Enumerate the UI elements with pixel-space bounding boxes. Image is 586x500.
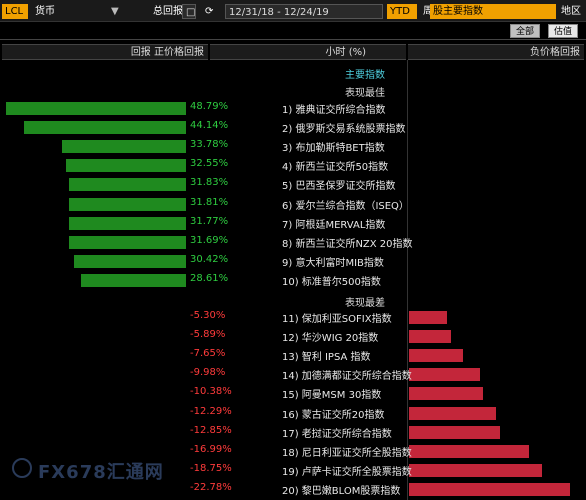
positive-return-bar bbox=[69, 197, 186, 211]
return-value: 30.42% bbox=[190, 253, 229, 265]
return-value: -7.65% bbox=[190, 348, 226, 360]
list-row[interactable]: 31.81% 6) 爱尔兰综合指数（ISEQ） bbox=[0, 195, 586, 214]
positive-return-bar bbox=[24, 121, 186, 135]
list-row[interactable]: 28.61% 10) 标准普尔500指数 bbox=[0, 271, 586, 290]
index-name: 18) 尼日利亚证交所全股指数 bbox=[282, 447, 412, 459]
return-value: -22.78% bbox=[190, 481, 232, 493]
return-value: -5.89% bbox=[190, 329, 226, 341]
list-row[interactable]: 44.14% 2) 俄罗斯交易系统股票指数 bbox=[0, 118, 586, 137]
return-value: -18.75% bbox=[190, 462, 232, 474]
return-value: -12.29% bbox=[190, 405, 232, 417]
list-row[interactable]: -9.98% 14) 加德满都证交所综合指数 bbox=[0, 365, 586, 384]
return-value: 32.55% bbox=[190, 158, 229, 170]
negative-return-bar bbox=[409, 387, 483, 401]
positive-return-bar bbox=[74, 254, 186, 268]
return-value: 33.78% bbox=[190, 139, 229, 151]
list-row[interactable]: -12.85% 17) 老挝证交所综合指数 bbox=[0, 423, 586, 442]
date-range-input[interactable]: 12/31/18 - 12/24/19 bbox=[225, 4, 383, 19]
index-name: 6) 爱尔兰综合指数（ISEQ） bbox=[282, 200, 409, 212]
positive-return-bar bbox=[66, 159, 186, 173]
best-title: 表现最佳 bbox=[345, 88, 385, 99]
negative-return-bar bbox=[409, 463, 542, 477]
list-row[interactable]: 31.83% 5) 巴西圣保罗证交所指数 bbox=[0, 175, 586, 194]
index-name: 4) 新西兰证交所50指数 bbox=[282, 162, 389, 174]
positive-return-bar bbox=[6, 102, 186, 115]
worst-title: 表现最差 bbox=[345, 298, 385, 309]
list-row[interactable]: 33.78% 3) 布加勒斯特BET指数 bbox=[0, 137, 586, 156]
index-name: 1) 雅典证交所综合指数 bbox=[282, 105, 386, 116]
list-row[interactable]: -12.29% 16) 蒙古证交所20指数 bbox=[0, 404, 586, 423]
list-row[interactable]: 30.42% 9) 意大利富时MIB指数 bbox=[0, 252, 586, 271]
main-index-title: 主要指数 bbox=[345, 70, 385, 81]
tab-all[interactable]: 全部 bbox=[510, 24, 541, 38]
positive-return-bar bbox=[69, 178, 186, 192]
refresh-icon[interactable]: ⟳ bbox=[202, 4, 216, 19]
index-name: 9) 意大利富时MIB指数 bbox=[282, 257, 384, 269]
index-name: 12) 华沙WIG 20指数 bbox=[282, 333, 379, 345]
currency-value[interactable]: LCL bbox=[2, 4, 28, 19]
index-select[interactable]: 股主要指数 bbox=[430, 4, 556, 19]
list-row[interactable]: 32.55% 4) 新西兰证交所50指数 bbox=[0, 156, 586, 175]
index-name: 10) 标准普尔500指数 bbox=[282, 276, 381, 288]
index-name: 5) 巴西圣保罗证交所指数 bbox=[282, 181, 396, 193]
negative-return-bar bbox=[409, 330, 451, 344]
index-name: 14) 加德满都证交所综合指数 bbox=[282, 371, 412, 383]
list-row[interactable]: 31.77% 7) 阿根廷MERVAL指数 bbox=[0, 214, 586, 233]
return-value: -12.85% bbox=[190, 424, 232, 436]
index-name: 13) 智利 IPSA 指数 bbox=[282, 352, 371, 364]
negative-return-bar bbox=[409, 406, 496, 420]
index-name: 7) 阿根廷MERVAL指数 bbox=[282, 219, 386, 231]
total-return-label: 总回报 bbox=[153, 6, 183, 17]
list-row[interactable]: -5.30% 11) 保加利亚SOFIX指数 bbox=[0, 308, 586, 327]
negative-return-bar bbox=[409, 311, 447, 324]
return-value: 28.61% bbox=[190, 272, 229, 284]
fx678-logo-icon bbox=[12, 458, 32, 478]
negative-return-bar bbox=[409, 368, 480, 382]
list-row[interactable]: -7.65% 13) 智利 IPSA 指数 bbox=[0, 346, 586, 365]
index-name: 11) 保加利亚SOFIX指数 bbox=[282, 314, 392, 325]
return-value: 31.77% bbox=[190, 215, 229, 227]
toolbar: LCL 货币 ▼ 总回报 □ ⟳ 12/31/18 - 12/24/19 YTD… bbox=[0, 0, 586, 22]
list-row[interactable]: -5.89% 12) 华沙WIG 20指数 bbox=[0, 327, 586, 346]
return-value: 44.14% bbox=[190, 120, 229, 132]
index-name: 15) 阿曼MSM 30指数 bbox=[282, 390, 382, 402]
positive-return-bar bbox=[81, 273, 186, 287]
change-column-header[interactable]: 小时 (%) bbox=[210, 44, 406, 60]
return-value: -9.98% bbox=[190, 367, 226, 379]
watermark: FX678汇通网 bbox=[38, 462, 164, 483]
return-value: 31.83% bbox=[190, 177, 229, 189]
index-name: 19) 卢萨卡证交所全股票指数 bbox=[282, 466, 412, 478]
index-name: 20) 黎巴嫩BLOM股票指数 bbox=[282, 485, 401, 497]
dropdown-arrow-icon[interactable]: ▼ bbox=[108, 4, 122, 19]
index-name: 16) 蒙古证交所20指数 bbox=[282, 409, 385, 421]
return-value: -10.38% bbox=[190, 386, 232, 398]
negative-return-bar bbox=[409, 425, 500, 439]
list-row[interactable]: 48.79% 1) 雅典证交所综合指数 bbox=[0, 99, 586, 118]
index-name: 17) 老挝证交所综合指数 bbox=[282, 428, 392, 440]
name-column-header[interactable]: 负价格回报 bbox=[408, 44, 584, 60]
total-return-checkbox[interactable]: □ bbox=[182, 4, 196, 19]
positive-return-bar bbox=[69, 216, 186, 230]
list-row[interactable]: -10.38% 15) 阿曼MSM 30指数 bbox=[0, 384, 586, 403]
tab-valuation[interactable]: 估值 bbox=[548, 24, 579, 38]
tab-row: 估值 全部 bbox=[0, 22, 586, 40]
negative-return-bar bbox=[409, 482, 570, 496]
return-value: 48.79% bbox=[190, 101, 229, 112]
positive-return-bar bbox=[62, 140, 186, 154]
index-name: 2) 俄罗斯交易系统股票指数 bbox=[282, 124, 406, 136]
return-value: -16.99% bbox=[190, 443, 232, 455]
bar-column-header[interactable]: 回报 正价格回报 bbox=[2, 44, 208, 60]
positive-return-bar bbox=[69, 235, 186, 249]
index-name: 8) 新西兰证交所NZX 20指数 bbox=[282, 238, 413, 250]
region-label: 地区 bbox=[561, 6, 581, 17]
negative-return-bar bbox=[409, 349, 463, 363]
return-value: 31.81% bbox=[190, 196, 229, 208]
return-value: 31.69% bbox=[190, 234, 229, 246]
index-name: 3) 布加勒斯特BET指数 bbox=[282, 143, 385, 155]
currency-label: 货币 bbox=[35, 6, 55, 17]
period-value[interactable]: YTD bbox=[387, 4, 417, 19]
return-value: -5.30% bbox=[190, 310, 226, 321]
negative-return-bar bbox=[409, 444, 529, 458]
list-row[interactable]: 31.69% 8) 新西兰证交所NZX 20指数 bbox=[0, 233, 586, 252]
